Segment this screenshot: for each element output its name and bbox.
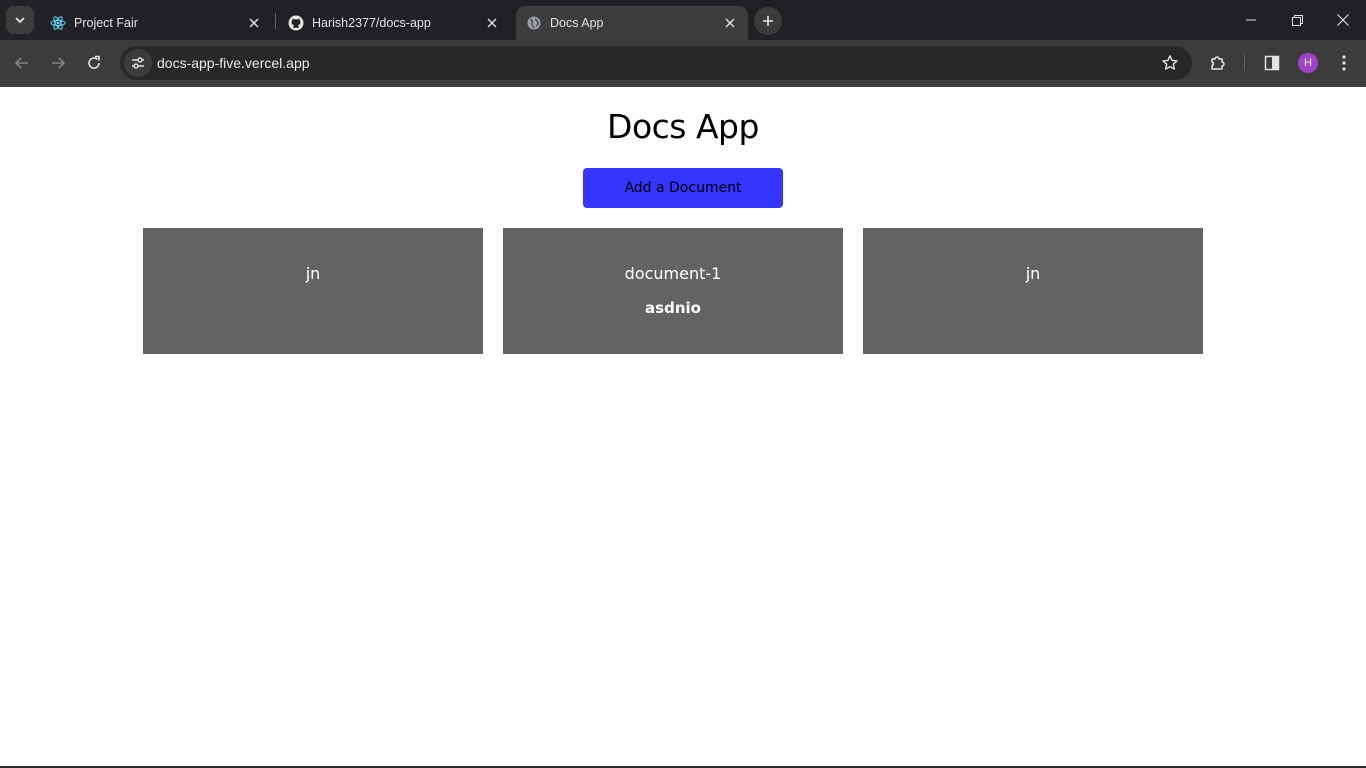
tab-project-fair[interactable]: Project Fair xyxy=(40,6,272,40)
menu-button[interactable] xyxy=(1329,48,1359,78)
tab-title: Docs App xyxy=(550,16,604,30)
side-panel-icon xyxy=(1264,55,1280,71)
tune-icon xyxy=(132,57,144,69)
new-tab-button[interactable] xyxy=(754,7,782,35)
arrow-left-icon xyxy=(14,57,28,69)
site-info-button[interactable] xyxy=(124,49,152,77)
close-icon[interactable] xyxy=(722,15,738,31)
bookmark-button[interactable] xyxy=(1160,53,1180,73)
side-panel-button[interactable] xyxy=(1257,48,1287,78)
extensions-button[interactable] xyxy=(1203,48,1233,78)
tab-title: Project Fair xyxy=(74,16,138,30)
forward-button[interactable] xyxy=(43,48,73,78)
document-title: jn xyxy=(1025,264,1041,283)
restore-button[interactable] xyxy=(1274,0,1320,40)
react-icon xyxy=(50,15,66,31)
close-icon xyxy=(1337,14,1349,26)
url-text[interactable]: docs-app-five.vercel.app xyxy=(157,55,310,71)
tab-strip: Project Fair Harish2377/docs-app Docs Ap… xyxy=(0,0,1366,40)
document-card[interactable]: jn xyxy=(863,228,1203,354)
close-icon[interactable] xyxy=(246,15,262,31)
tab-separator xyxy=(275,13,276,29)
star-icon xyxy=(1162,55,1178,70)
puzzle-icon xyxy=(1211,56,1225,70)
profile-avatar[interactable]: H xyxy=(1298,53,1318,73)
browser-toolbar: docs-app-five.vercel.app xyxy=(0,40,1366,87)
tab-title: Harish2377/docs-app xyxy=(312,16,431,30)
tab-search-button[interactable] xyxy=(6,6,34,34)
tab-docs-app[interactable]: Docs App xyxy=(516,6,748,40)
minimize-icon xyxy=(1246,19,1256,21)
tab-github-docs-app[interactable]: Harish2377/docs-app xyxy=(278,6,510,40)
close-window-button[interactable] xyxy=(1320,0,1366,40)
document-card[interactable]: jn xyxy=(143,228,483,354)
plus-icon xyxy=(763,16,773,26)
address-bar[interactable]: docs-app-five.vercel.app xyxy=(120,46,1192,80)
github-icon xyxy=(288,15,304,31)
page-content: Docs App Add a Document jn document-1 as… xyxy=(0,87,1366,768)
document-list: jn document-1 asdnio jn xyxy=(143,228,1203,354)
document-title: document-1 xyxy=(624,264,722,283)
chevron-down-icon xyxy=(15,17,25,24)
page-title: Docs App xyxy=(607,107,759,146)
arrow-right-icon xyxy=(52,57,66,69)
back-button[interactable] xyxy=(7,48,37,78)
document-card[interactable]: document-1 asdnio xyxy=(503,228,843,354)
document-body: asdnio xyxy=(645,299,701,317)
more-vert-icon xyxy=(1342,55,1346,71)
restore-icon xyxy=(1291,14,1303,26)
reload-icon xyxy=(88,55,100,69)
document-title: jn xyxy=(305,264,321,283)
toolbar-divider xyxy=(1244,55,1245,71)
minimize-button[interactable] xyxy=(1228,0,1274,40)
globe-icon xyxy=(526,15,542,31)
reload-button[interactable] xyxy=(79,48,109,78)
close-icon[interactable] xyxy=(484,15,500,31)
add-document-button[interactable]: Add a Document xyxy=(583,168,783,208)
